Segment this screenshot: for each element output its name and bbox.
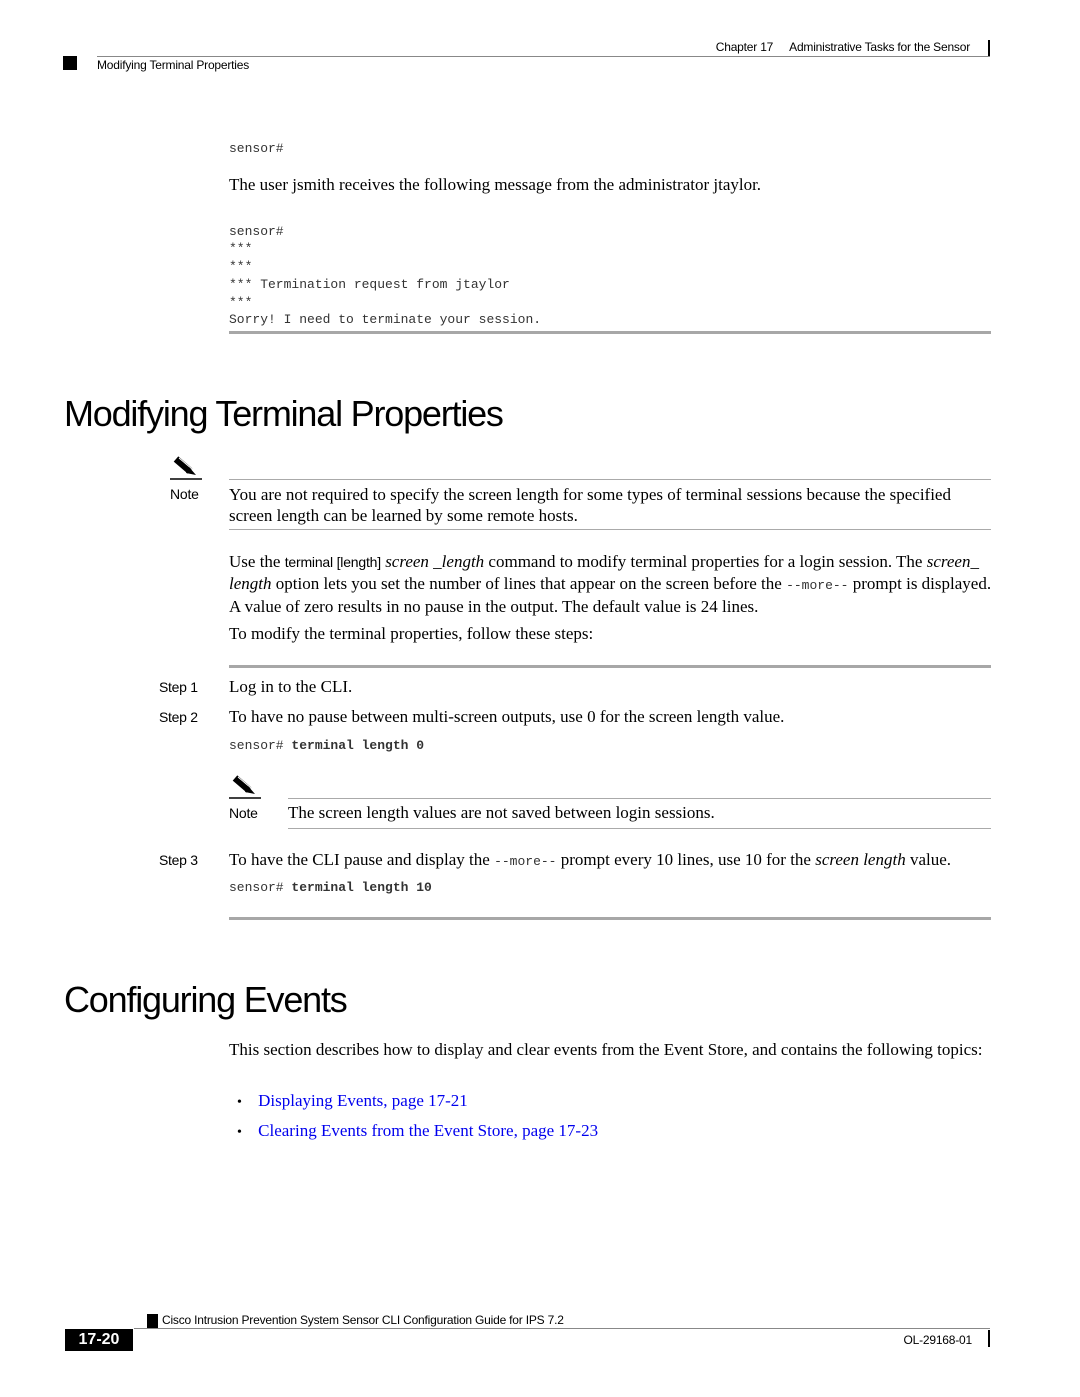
prompt: sensor# xyxy=(229,738,292,753)
header-rule xyxy=(97,56,990,57)
page-number: 17-20 xyxy=(65,1329,133,1351)
code-line: sensor# xyxy=(229,223,284,239)
more-prompt: --more-- xyxy=(494,854,557,869)
text: Use the xyxy=(229,552,285,571)
text: value. xyxy=(905,850,952,869)
code-line: *** xyxy=(229,241,253,257)
header-square xyxy=(63,56,77,70)
steps-intro: To modify the terminal properties, follo… xyxy=(229,624,594,643)
running-header-chapter: Chapter 17 Administrative Tasks for the S… xyxy=(716,40,970,54)
step-3-command: sensor# terminal length 10 xyxy=(229,879,432,897)
code-block-prompt: sensor# xyxy=(229,141,284,156)
note-top-rule xyxy=(288,798,991,799)
terminal-command-description: Use the terminal [length] screen _length… xyxy=(229,551,994,617)
text: prompt every 10 lines, use 10 for the xyxy=(556,850,816,869)
chapter-number: Chapter 17 xyxy=(715,40,774,54)
text: option lets you set the number of lines … xyxy=(271,574,787,593)
procedure-start-rule xyxy=(229,665,991,668)
code-line: *** Termination request from jtaylor xyxy=(229,276,510,292)
argument: screen length xyxy=(815,850,906,869)
step-3-label: Step 3 xyxy=(159,852,198,868)
note-text: You are not required to specify the scre… xyxy=(229,485,951,525)
code-line: *** xyxy=(229,259,253,275)
text: To have the CLI pause and display the xyxy=(229,850,495,869)
command-syntax: terminal [length] xyxy=(284,554,381,570)
procedure-end-rule xyxy=(229,917,991,920)
heading-modifying-terminal-properties: Modifying Terminal Properties xyxy=(64,393,504,434)
doc-id: OL-29168-01 xyxy=(903,1333,972,1347)
code-line: Sorry! I need to terminate your session. xyxy=(229,312,542,328)
note-label: Note xyxy=(229,805,258,821)
note-pencil-icon xyxy=(229,775,261,799)
more-prompt: --more-- xyxy=(786,578,849,593)
running-header-section: Modifying Terminal Properties xyxy=(97,58,250,72)
footer-rule xyxy=(134,1328,990,1329)
text: command to modify terminal properties fo… xyxy=(484,552,927,571)
footer-guide-title: Cisco Intrusion Prevention System Sensor… xyxy=(162,1313,564,1327)
code-line: *** xyxy=(229,294,253,310)
chapter-title: Administrative Tasks for the Sensor xyxy=(789,40,970,54)
step-2-label: Step 2 xyxy=(159,709,198,725)
heading-configuring-events: Configuring Events xyxy=(64,979,348,1020)
prompt: sensor# xyxy=(229,880,292,895)
command: terminal length 10 xyxy=(291,880,432,895)
command: terminal length 0 xyxy=(291,738,425,753)
header-bar xyxy=(988,40,990,57)
footer-square xyxy=(147,1314,158,1328)
note-bottom-rule xyxy=(229,529,991,530)
configuring-events-intro: This section describes how to display an… xyxy=(229,1040,983,1059)
step-3-text: To have the CLI pause and display the --… xyxy=(229,849,951,872)
note-label: Note xyxy=(170,486,199,502)
step-2-text: To have no pause between multi-screen ou… xyxy=(229,707,785,726)
link-clearing-events[interactable]: Clearing Events from the Event Store, pa… xyxy=(258,1121,598,1140)
link-displaying-events[interactable]: Displaying Events, page 17-21 xyxy=(258,1091,468,1110)
footer-bar xyxy=(988,1330,990,1347)
argument: screen _length xyxy=(385,552,485,571)
step-1-text: Log in to the CLI. xyxy=(229,677,353,696)
intro-paragraph: The user jsmith receives the following m… xyxy=(229,175,762,194)
note-text: The screen length values are not saved b… xyxy=(288,803,715,822)
note-bottom-rule xyxy=(288,828,991,829)
code-block-termination: sensor# *** *** *** Termination request fro… xyxy=(229,205,541,329)
topic-list-item: • Displaying Events, page 17-21 xyxy=(237,1090,468,1113)
step-2-command: sensor# terminal length 0 xyxy=(229,737,424,755)
bullet: • xyxy=(237,1095,242,1110)
note-pencil-icon xyxy=(170,456,202,480)
bullet: • xyxy=(237,1125,242,1140)
topic-list-item: • Clearing Events from the Event Store, … xyxy=(237,1120,598,1143)
step-1-label: Step 1 xyxy=(159,679,198,695)
note-top-rule xyxy=(229,479,991,480)
section-end-rule xyxy=(229,331,991,334)
